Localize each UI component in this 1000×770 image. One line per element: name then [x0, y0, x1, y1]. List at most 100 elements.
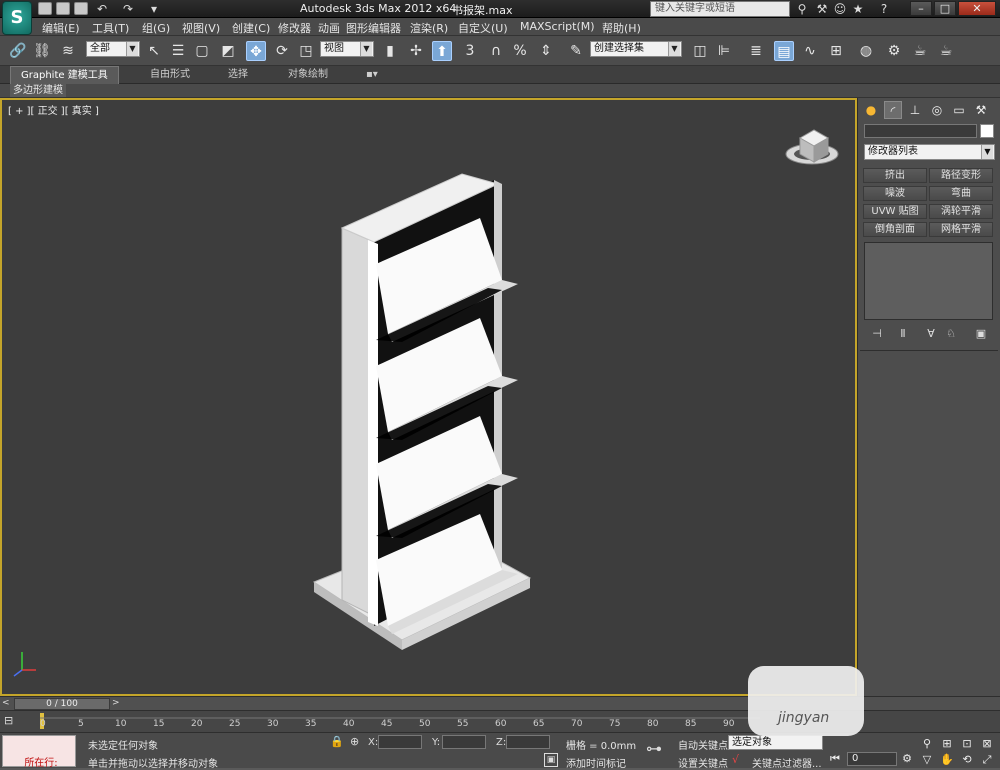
magazine-rack-model[interactable] — [302, 170, 542, 660]
mirror-icon[interactable]: ◫ — [690, 41, 710, 61]
noise-button[interactable]: 噪波 — [863, 186, 927, 201]
tab-object-paint[interactable]: 对象绘制 — [278, 66, 338, 84]
modify-tab-icon[interactable]: ◜ — [884, 101, 902, 119]
select-move-icon[interactable]: ✥ — [246, 41, 266, 61]
wrench-icon[interactable]: ⚒ — [814, 1, 830, 17]
time-tag-icon[interactable]: ▣ — [544, 753, 558, 767]
window-crossing-icon[interactable]: ◩ — [218, 41, 238, 61]
utilities-tab-icon[interactable]: ⚒ — [972, 101, 990, 119]
extrude-button[interactable]: 挤出 — [863, 168, 927, 183]
percent-snap-icon[interactable]: % — [510, 41, 530, 61]
modifier-stack-list[interactable] — [864, 242, 993, 320]
unlink-icon[interactable]: ⛓ — [32, 41, 52, 61]
quick-access-dropdown-icon[interactable]: ▾ — [146, 1, 162, 17]
tab-freeform[interactable]: 自由形式 — [140, 66, 200, 84]
selection-filter-dropdown[interactable]: 全部 ▼ — [86, 41, 140, 57]
snap-toggle-icon[interactable]: 3 — [460, 41, 480, 61]
user-icon[interactable]: ☺ — [832, 1, 848, 17]
key-mode-dropdown[interactable]: 选定对象 — [728, 735, 823, 750]
keyboard-shortcut-override-icon[interactable]: ⬆ — [432, 41, 452, 61]
transform-mode-icon[interactable]: ⊕ — [350, 735, 359, 748]
minimize-button[interactable]: – — [910, 1, 932, 16]
auto-key-button[interactable]: 自动关键点 — [678, 737, 728, 752]
pan-view-icon[interactable]: ✋ — [940, 753, 954, 767]
orbit-icon[interactable]: ⟲ — [960, 753, 974, 767]
uvw-map-button[interactable]: UVW 贴图 — [863, 204, 927, 219]
ribbon-options-icon[interactable]: ▪▾ — [356, 66, 388, 84]
time-slider[interactable]: 0 / 100 — [14, 698, 110, 710]
maximize-viewport-icon[interactable]: ⤢ — [980, 753, 994, 767]
lock-selection-icon[interactable]: 🔒 — [330, 735, 344, 748]
pivot-center-icon[interactable]: ▮ — [380, 41, 400, 61]
select-rotate-icon[interactable]: ⟳ — [272, 41, 292, 61]
zoom-extents-all-icon[interactable]: ⊠ — [980, 737, 994, 751]
menu-customize[interactable]: 自定义(U) — [458, 20, 508, 36]
search-input[interactable]: 键入关键字或短语 — [650, 1, 790, 17]
menu-rendering[interactable]: 渲染(R) — [410, 20, 448, 36]
zoom-icon[interactable]: ⚲ — [920, 737, 934, 751]
next-frame-icon[interactable]: > — [112, 698, 120, 708]
menu-modifiers[interactable]: 修改器 — [278, 20, 311, 36]
favorite-star-icon[interactable]: ★ — [850, 1, 866, 17]
hierarchy-tab-icon[interactable]: ⊥ — [906, 101, 924, 119]
time-config-icon[interactable]: ⚙ — [900, 752, 914, 766]
menu-views[interactable]: 视图(V) — [182, 20, 220, 36]
graphite-toggle-icon[interactable]: ▤ — [774, 41, 794, 61]
menu-animation[interactable]: 动画 — [318, 20, 340, 36]
bend-button[interactable]: 弯曲 — [929, 186, 993, 201]
maxscript-listener[interactable]: 所在行: — [2, 735, 76, 769]
path-deform-button[interactable]: 路径变形 — [929, 168, 993, 183]
x-coord-input[interactable] — [378, 735, 422, 749]
open-file-icon[interactable] — [56, 2, 70, 15]
angle-snap-icon[interactable]: ∩ — [486, 41, 506, 61]
bind-space-warp-icon[interactable]: ≋ — [58, 41, 78, 61]
tab-selection[interactable]: 选择 — [218, 66, 258, 84]
select-manipulate-icon[interactable]: ✢ — [406, 41, 426, 61]
save-file-icon[interactable] — [74, 2, 88, 15]
link-icon[interactable]: 🔗 — [8, 41, 28, 61]
turbosmooth-button[interactable]: 涡轮平滑 — [929, 204, 993, 219]
y-coord-input[interactable] — [442, 735, 486, 749]
goto-start-icon[interactable]: ⏮ — [828, 752, 842, 766]
viewport-orthographic[interactable]: [ + ][ 正交 ][ 真实 ] — [0, 98, 857, 696]
material-editor-icon[interactable]: ◍ — [856, 41, 876, 61]
select-by-name-icon[interactable]: ☰ — [168, 41, 188, 61]
menu-maxscript[interactable]: MAXScript(M) — [520, 20, 595, 33]
edit-named-selection-icon[interactable]: ✎ — [566, 41, 586, 61]
close-button[interactable]: ✕ — [958, 1, 996, 16]
zoom-extents-icon[interactable]: ⊡ — [960, 737, 974, 751]
create-tab-icon[interactable]: ● — [862, 101, 880, 119]
remove-modifier-icon[interactable]: ♘ — [942, 327, 960, 341]
layer-manager-icon[interactable]: ≣ — [746, 41, 766, 61]
menu-help[interactable]: 帮助(H) — [602, 20, 641, 36]
menu-tools[interactable]: 工具(T) — [92, 20, 129, 36]
menu-graph-editors[interactable]: 图形编辑器 — [346, 20, 401, 36]
named-selection-dropdown[interactable]: 创建选择集 ▼ — [590, 41, 682, 57]
schematic-view-icon[interactable]: ⊞ — [826, 41, 846, 61]
zoom-all-icon[interactable]: ⊞ — [940, 737, 954, 751]
z-coord-input[interactable] — [506, 735, 550, 749]
spinner-snap-icon[interactable]: ⇕ — [536, 41, 556, 61]
object-name-input[interactable] — [864, 124, 977, 138]
viewcube-icon[interactable] — [784, 122, 844, 172]
undo-icon[interactable]: ↶ — [94, 1, 110, 17]
configure-sets-icon[interactable]: ▣ — [972, 327, 990, 341]
rendered-frame-icon[interactable]: ☕ — [910, 41, 930, 61]
show-end-result-icon[interactable]: Ⅱ — [894, 327, 912, 341]
rect-selection-icon[interactable]: ▢ — [192, 41, 212, 61]
meshsmooth-button[interactable]: 网格平滑 — [929, 222, 993, 237]
new-file-icon[interactable] — [38, 2, 52, 15]
bevel-profile-button[interactable]: 倒角剖面 — [863, 222, 927, 237]
maximize-button[interactable]: □ — [934, 1, 956, 16]
binoculars-icon[interactable]: ⚲ — [794, 1, 810, 17]
render-setup-icon[interactable]: ⚙ — [884, 41, 904, 61]
app-logo[interactable]: S — [2, 1, 32, 35]
select-scale-icon[interactable]: ◳ — [296, 41, 316, 61]
menu-group[interactable]: 组(G) — [142, 20, 170, 36]
polygon-modeling-label[interactable]: 多边形建模 — [10, 84, 66, 97]
menu-create[interactable]: 创建(C) — [232, 20, 270, 36]
motion-tab-icon[interactable]: ◎ — [928, 101, 946, 119]
curve-editor-icon[interactable]: ∿ — [800, 41, 820, 61]
tab-graphite-modeling[interactable]: Graphite 建模工具 — [10, 66, 119, 84]
field-of-view-icon[interactable]: ▽ — [920, 753, 934, 767]
